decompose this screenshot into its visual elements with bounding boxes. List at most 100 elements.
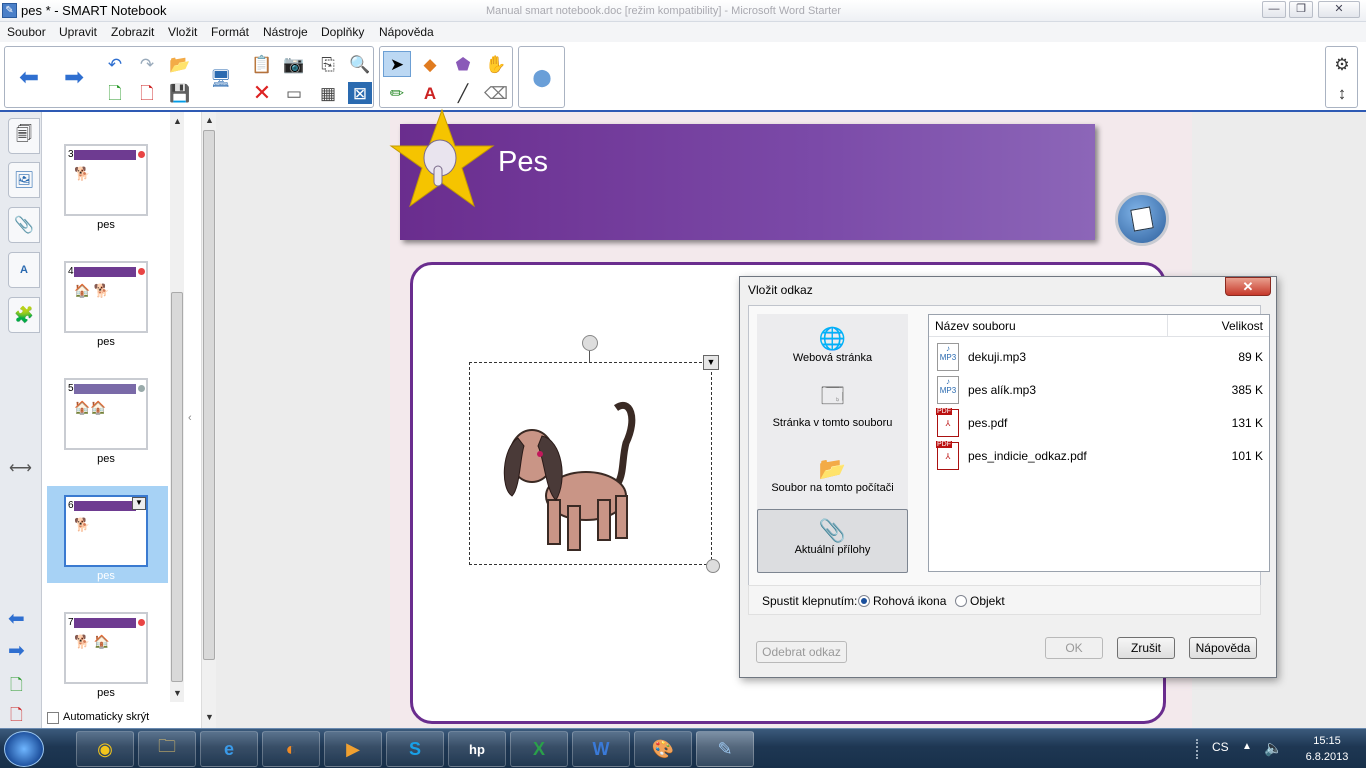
- screen-capture-icon[interactable]: 📷: [280, 51, 308, 77]
- page-menu-chevron-down-icon[interactable]: ▼: [132, 497, 146, 510]
- link-option-current-attachments[interactable]: 📎 Aktuální přílohy: [757, 509, 908, 573]
- help-button[interactable]: Nápověda: [1189, 637, 1257, 659]
- magic-pen-icon[interactable]: ✋: [482, 51, 510, 77]
- text-tool-icon[interactable]: A: [416, 80, 444, 106]
- page-thumbnail-3[interactable]: 3 🐕: [64, 144, 148, 216]
- column-header-name[interactable]: Název souboru: [935, 319, 1016, 333]
- chrome-taskbar-icon[interactable]: ◉: [76, 731, 134, 767]
- fill-tool-icon[interactable]: ⌫: [482, 80, 510, 106]
- delete-icon[interactable]: ✕: [248, 80, 276, 106]
- delete-page-icon[interactable]: 🗋: [133, 80, 161, 106]
- menu-napoveda[interactable]: Nápověda: [379, 25, 434, 39]
- canvas-scroll-thumb[interactable]: [203, 130, 215, 660]
- page-thumbnail-7[interactable]: 7 🐕 🏠: [64, 612, 148, 684]
- clock-date[interactable]: 6.8.2013: [1296, 751, 1358, 763]
- file-row[interactable]: ♪ MP3 pes alík.mp3 385 K: [937, 375, 1263, 408]
- maximize-button[interactable]: ❐: [1289, 1, 1313, 18]
- redo-icon[interactable]: ↷: [133, 51, 161, 77]
- screen-shade-blind-icon[interactable]: ▭: [280, 80, 308, 106]
- menu-upravit[interactable]: Upravit: [59, 25, 97, 39]
- screen-shade-icon[interactable]: ⎘: [314, 51, 342, 77]
- sorter-add-page-icon[interactable]: 🗋: [10, 674, 23, 701]
- next-page-icon[interactable]: ➡: [60, 65, 88, 91]
- start-button-icon[interactable]: [4, 731, 44, 767]
- word-taskbar-icon[interactable]: W: [572, 731, 630, 767]
- skype-taskbar-icon[interactable]: S: [386, 731, 444, 767]
- radio-object-label[interactable]: Objekt: [970, 594, 1005, 608]
- language-indicator[interactable]: CS: [1212, 740, 1229, 754]
- menu-zobrazit[interactable]: Zobrazit: [111, 25, 154, 39]
- properties-tab-icon[interactable]: A: [8, 252, 40, 288]
- gallery-tab-icon[interactable]: 🖼: [8, 162, 40, 198]
- properties-icon[interactable]: ⬤: [528, 64, 556, 90]
- file-row[interactable]: PDF ⅄ pes.pdf 131 K: [936, 408, 1263, 441]
- spellcheck-icon[interactable]: 🔍: [346, 51, 374, 77]
- remove-link-button[interactable]: Odebrat odkaz: [756, 641, 847, 663]
- open-file-icon[interactable]: 📂: [166, 51, 194, 77]
- attachments-tab-icon[interactable]: 📎: [8, 207, 40, 243]
- screen-display-icon[interactable]: 🖥: [207, 65, 235, 91]
- close-button[interactable]: ✕: [1318, 1, 1360, 18]
- page-thumbnail-4[interactable]: 4 🏠 🐕: [64, 261, 148, 333]
- page-thumbnail-5[interactable]: 5 🏠🏠: [64, 378, 148, 450]
- page-sorter-tab-icon[interactable]: 🗐: [8, 118, 40, 154]
- menu-soubor[interactable]: Soubor: [7, 25, 46, 39]
- resize-handle-icon[interactable]: ⟷: [9, 458, 32, 478]
- scroll-down-icon[interactable]: ▼: [173, 688, 182, 698]
- full-screen-icon[interactable]: ⊠: [348, 82, 372, 104]
- menu-doplnky[interactable]: Doplňky: [321, 25, 364, 39]
- auto-hide-checkbox[interactable]: [47, 712, 59, 724]
- object-menu-chevron-down-icon[interactable]: ▼: [703, 355, 719, 370]
- paste-icon[interactable]: 📋: [248, 51, 276, 77]
- select-tool-icon[interactable]: ➤: [383, 51, 411, 77]
- link-option-page-in-file[interactable]: 🗔 Stránka v tomto souboru: [757, 383, 908, 447]
- link-option-web-page[interactable]: 🌐 Webová stránka: [757, 318, 908, 382]
- column-header-size[interactable]: Velikost: [1222, 319, 1263, 333]
- smart-notebook-taskbar-icon[interactable]: ✎: [696, 731, 754, 767]
- menu-nastroje[interactable]: Nástroje: [263, 25, 308, 39]
- internet-explorer-taskbar-icon[interactable]: e: [200, 731, 258, 767]
- previous-page-icon[interactable]: ⬅: [15, 65, 43, 91]
- menu-format[interactable]: Formát: [211, 25, 249, 39]
- scroll-up-icon[interactable]: ▲: [205, 115, 214, 125]
- scroll-up-icon[interactable]: ▲: [173, 116, 182, 126]
- scroll-down-icon[interactable]: ▼: [205, 712, 214, 722]
- rotate-handle[interactable]: [582, 335, 598, 351]
- file-row[interactable]: PDF ⅄ pes_indicie_odkaz.pdf 101 K: [936, 441, 1263, 474]
- paint-taskbar-icon[interactable]: 🎨: [634, 731, 692, 767]
- excel-taskbar-icon[interactable]: X: [510, 731, 568, 767]
- dialog-close-button[interactable]: ✕: [1225, 277, 1271, 296]
- column-divider[interactable]: [1167, 315, 1168, 337]
- page-thumbnail-6[interactable]: 6 🐕 ▼: [64, 495, 148, 567]
- ok-button[interactable]: OK: [1045, 637, 1103, 659]
- collapse-chevron-icon[interactable]: ‹: [188, 412, 192, 424]
- add-page-icon[interactable]: 🗋: [101, 80, 129, 106]
- addons-tab-icon[interactable]: 🧩: [8, 297, 40, 333]
- sorter-delete-page-icon[interactable]: 🗋: [10, 704, 23, 731]
- shapes-tool-icon[interactable]: ◆: [416, 51, 444, 77]
- media-player-taskbar-icon[interactable]: ▶: [324, 731, 382, 767]
- file-row[interactable]: ♪ MP3 dekuji.mp3 89 K: [937, 342, 1263, 375]
- sorter-scrollbar[interactable]: ▲ ▼: [170, 112, 184, 702]
- radio-corner-icon[interactable]: [858, 595, 870, 607]
- sorter-previous-icon[interactable]: ⬅: [8, 606, 25, 631]
- sorter-scroll-thumb[interactable]: [171, 292, 183, 682]
- undo-icon[interactable]: ↶: [101, 51, 129, 77]
- sorter-next-icon[interactable]: ➡: [8, 638, 25, 663]
- volume-icon[interactable]: 🔈: [1264, 739, 1283, 757]
- eraser-tool-icon[interactable]: ⬟: [449, 51, 477, 77]
- link-option-file-on-computer[interactable]: 📂 Soubor na tomto počítači: [757, 448, 908, 512]
- hp-taskbar-icon[interactable]: hp: [448, 731, 506, 767]
- minimize-button[interactable]: —: [1262, 1, 1286, 18]
- radio-object[interactable]: [955, 595, 967, 607]
- menu-vlozit[interactable]: Vložit: [168, 25, 197, 39]
- smart-notebook-app-icon[interactable]: ✎: [2, 3, 17, 18]
- radio-corner-label[interactable]: Rohová ikona: [873, 594, 946, 608]
- cancel-button[interactable]: Zrušit: [1117, 637, 1175, 659]
- explorer-taskbar-icon[interactable]: 🗀: [138, 731, 196, 767]
- clock-time[interactable]: 15:15: [1296, 735, 1358, 747]
- save-icon[interactable]: 💾: [166, 80, 194, 106]
- canvas-scrollbar[interactable]: ▲ ▼: [201, 112, 216, 728]
- move-toolbar-icon[interactable]: ↕: [1328, 80, 1356, 106]
- firefox-taskbar-icon[interactable]: ◐: [262, 731, 320, 767]
